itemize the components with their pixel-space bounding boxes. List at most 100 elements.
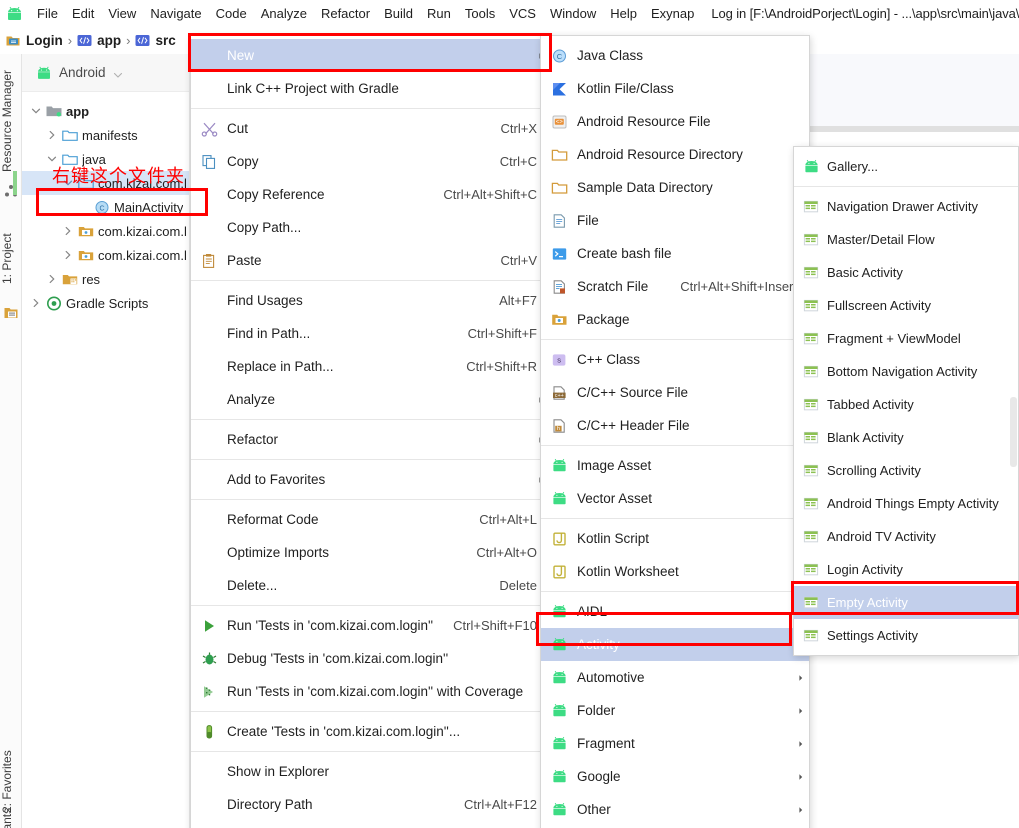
context-menu-item-directory-path[interactable]: Directory Path Ctrl+Alt+F12 <box>191 788 549 821</box>
new-menu-item-image-asset[interactable]: Image Asset <box>541 449 809 482</box>
context-menu-item-create-tests-in-com-kizai-com-login[interactable]: Create 'Tests in 'com.kizai.com.login''.… <box>191 715 549 748</box>
menu-navigate[interactable]: Navigate <box>143 4 208 23</box>
menu-build[interactable]: Build <box>377 4 420 23</box>
context-menu-item-copy-reference[interactable]: Copy Reference Ctrl+Alt+Shift+C <box>191 178 549 211</box>
menu-exynap[interactable]: Exynap <box>644 4 701 23</box>
menu-file[interactable]: File <box>30 4 65 23</box>
context-menu-item-optimize-imports[interactable]: Optimize Imports Ctrl+Alt+O <box>191 536 549 569</box>
menu-run[interactable]: Run <box>420 4 458 23</box>
tree-node-gradle-scripts[interactable]: Gradle Scripts <box>22 291 189 315</box>
new-menu-item-automotive[interactable]: Automotive <box>541 661 809 694</box>
chevron-right-icon[interactable] <box>62 249 74 261</box>
menu-edit[interactable]: Edit <box>65 4 101 23</box>
context-menu-item-delete[interactable]: Delete... Delete <box>191 569 549 602</box>
chevron-down-icon[interactable] <box>113 68 123 78</box>
new-menu-item-kotlin-file-class[interactable]: Kotlin File/Class <box>541 72 809 105</box>
activity-menu-item-bottom-navigation-activity[interactable]: Bottom Navigation Activity <box>794 355 1018 388</box>
menu-window[interactable]: Window <box>543 4 603 23</box>
activity-menu-item-gallery[interactable]: Gallery... <box>794 150 1018 183</box>
new-menu-item-package[interactable]: Package <box>541 303 809 336</box>
context-menu-item-debug-tests-in-com-kizai-com-login[interactable]: Debug 'Tests in 'com.kizai.com.login'' <box>191 642 549 675</box>
menu-refactor[interactable]: Refactor <box>314 4 377 23</box>
menu-vcs[interactable]: VCS <box>502 4 543 23</box>
context-menu-item-add-to-favorites[interactable]: Add to Favorites <box>191 463 549 496</box>
activity-menu-item-settings-activity[interactable]: Settings Activity <box>794 619 1018 652</box>
new-menu-item-create-bash-file[interactable]: Create bash file <box>541 237 809 270</box>
tree-node-res[interactable]: res <box>22 267 189 291</box>
new-menu-item-c-c-source-file[interactable]: c++ C/C++ Source File <box>541 376 809 409</box>
tree-node-manifests[interactable]: manifests <box>22 123 189 147</box>
new-menu-item-other[interactable]: Other <box>541 793 809 826</box>
editor-splitter[interactable] <box>800 126 1019 132</box>
context-menu-item-run-tests-in-com-kizai-com-login[interactable]: Run 'Tests in 'com.kizai.com.login'' Ctrl… <box>191 609 549 642</box>
menu-analyze[interactable]: Analyze <box>254 4 314 23</box>
activity-menu-item-android-things-empty-activity[interactable]: Android Things Empty Activity <box>794 487 1018 520</box>
breadcrumb-item-src[interactable]: src <box>135 33 176 48</box>
submenu-arrow-icon <box>787 802 803 817</box>
activity-menu-item-navigation-drawer-activity[interactable]: Navigation Drawer Activity <box>794 190 1018 223</box>
new-menu-item-aidl[interactable]: AIDL <box>541 595 809 628</box>
chevron-right-icon[interactable] <box>46 273 58 285</box>
context-menu-item-run-tests-in-com-kizai-com-login-with-coverage[interactable]: Run 'Tests in 'com.kizai.com.login'' wit… <box>191 675 549 708</box>
menu-help[interactable]: Help <box>603 4 644 23</box>
no-icon-placeholder <box>199 219 219 236</box>
context-menu-item-find-in-path[interactable]: Find in Path... Ctrl+Shift+F <box>191 317 549 350</box>
context-menu-item-refactor[interactable]: Refactor <box>191 423 549 456</box>
activity-menu-item-empty-activity[interactable]: Empty Activity <box>794 586 1018 619</box>
new-menu-item-c-class[interactable]: s C++ Class <box>541 343 809 376</box>
tree-node-test-package-2[interactable]: com.kizai.com.lo <box>22 243 189 267</box>
new-menu-item-java-class[interactable]: C Java Class <box>541 39 809 72</box>
breadcrumb-item-app[interactable]: app <box>77 33 121 48</box>
tool-button-project[interactable]: 1: Project <box>0 219 22 299</box>
activity-menu-item-fragment-viewmodel[interactable]: Fragment + ViewModel <box>794 322 1018 355</box>
context-menu-item-reformat-code[interactable]: Reformat Code Ctrl+Alt+L <box>191 503 549 536</box>
tool-button-resource-manager[interactable]: Resource Manager <box>0 62 22 180</box>
activity-menu-item-basic-activity[interactable]: Basic Activity <box>794 256 1018 289</box>
context-menu-item-replace-in-path[interactable]: Replace in Path... Ctrl+Shift+R <box>191 350 549 383</box>
activity-menu-item-android-tv-activity[interactable]: Android TV Activity <box>794 520 1018 553</box>
tool-button-variants[interactable]: Variants <box>0 794 22 828</box>
new-menu-item-activity[interactable]: Activity <box>541 628 809 661</box>
new-menu-item-android-resource-file[interactable]: <> Android Resource File <box>541 105 809 138</box>
context-menu-item-analyze[interactable]: Analyze <box>191 383 549 416</box>
new-menu-item-sample-data-directory[interactable]: Sample Data Directory <box>541 171 809 204</box>
context-menu-item-link-c-project-with-gradle[interactable]: Link C++ Project with Gradle <box>191 72 549 105</box>
new-menu-item-folder[interactable]: Folder <box>541 694 809 727</box>
activity-menu-item-scrolling-activity[interactable]: Scrolling Activity <box>794 454 1018 487</box>
new-menu-item-scratch-file[interactable]: Scratch File Ctrl+Alt+Shift+Insert <box>541 270 809 303</box>
context-menu-item-open-in-terminal[interactable]: Open in Terminal <box>191 821 549 828</box>
activity-menu-item-tabbed-activity[interactable]: Tabbed Activity <box>794 388 1018 421</box>
context-menu-item-new[interactable]: New <box>191 39 549 72</box>
chevron-right-icon[interactable] <box>46 129 58 141</box>
context-menu-item-find-usages[interactable]: Find Usages Alt+F7 <box>191 284 549 317</box>
new-menu-item-kotlin-worksheet[interactable]: Kotlin Worksheet <box>541 555 809 588</box>
new-menu-item-fragment[interactable]: Fragment <box>541 727 809 760</box>
activity-menu-item-login-activity[interactable]: Login Activity <box>794 553 1018 586</box>
chevron-right-icon[interactable] <box>30 297 42 309</box>
new-menu-item-google[interactable]: Google <box>541 760 809 793</box>
tree-node-test-package-1[interactable]: com.kizai.com.lo <box>22 219 189 243</box>
chevron-right-icon[interactable] <box>62 225 74 237</box>
new-menu-item-c-c-header-file[interactable]: h C/C++ Header File <box>541 409 809 442</box>
menu-code[interactable]: Code <box>209 4 254 23</box>
activity-menu-item-fullscreen-activity[interactable]: Fullscreen Activity <box>794 289 1018 322</box>
context-menu-item-show-in-explorer[interactable]: Show in Explorer <box>191 755 549 788</box>
project-view-selector[interactable]: Android <box>22 54 189 92</box>
menu-item-label: Copy Path... <box>227 220 302 235</box>
menu-tools[interactable]: Tools <box>458 4 502 23</box>
breadcrumb-item-login[interactable]: Login <box>6 33 63 48</box>
chevron-down-icon[interactable] <box>30 105 42 117</box>
menu-view[interactable]: View <box>101 4 143 23</box>
activity-menu-item-blank-activity[interactable]: Blank Activity <box>794 421 1018 454</box>
new-menu-item-file[interactable]: File <box>541 204 809 237</box>
activity-menu-item-master-detail-flow[interactable]: Master/Detail Flow <box>794 223 1018 256</box>
new-menu-item-android-resource-directory[interactable]: Android Resource Directory <box>541 138 809 171</box>
new-menu-item-vector-asset[interactable]: Vector Asset <box>541 482 809 515</box>
context-menu-item-cut[interactable]: Cut Ctrl+X <box>191 112 549 145</box>
tree-node-mainactivity[interactable]: C MainActivity <box>22 195 189 219</box>
tree-node-app[interactable]: app <box>22 99 189 123</box>
context-menu-item-copy[interactable]: Copy Ctrl+C <box>191 145 549 178</box>
context-menu-item-copy-path[interactable]: Copy Path... <box>191 211 549 244</box>
context-menu-item-paste[interactable]: Paste Ctrl+V <box>191 244 549 277</box>
new-menu-item-kotlin-script[interactable]: Kotlin Script <box>541 522 809 555</box>
